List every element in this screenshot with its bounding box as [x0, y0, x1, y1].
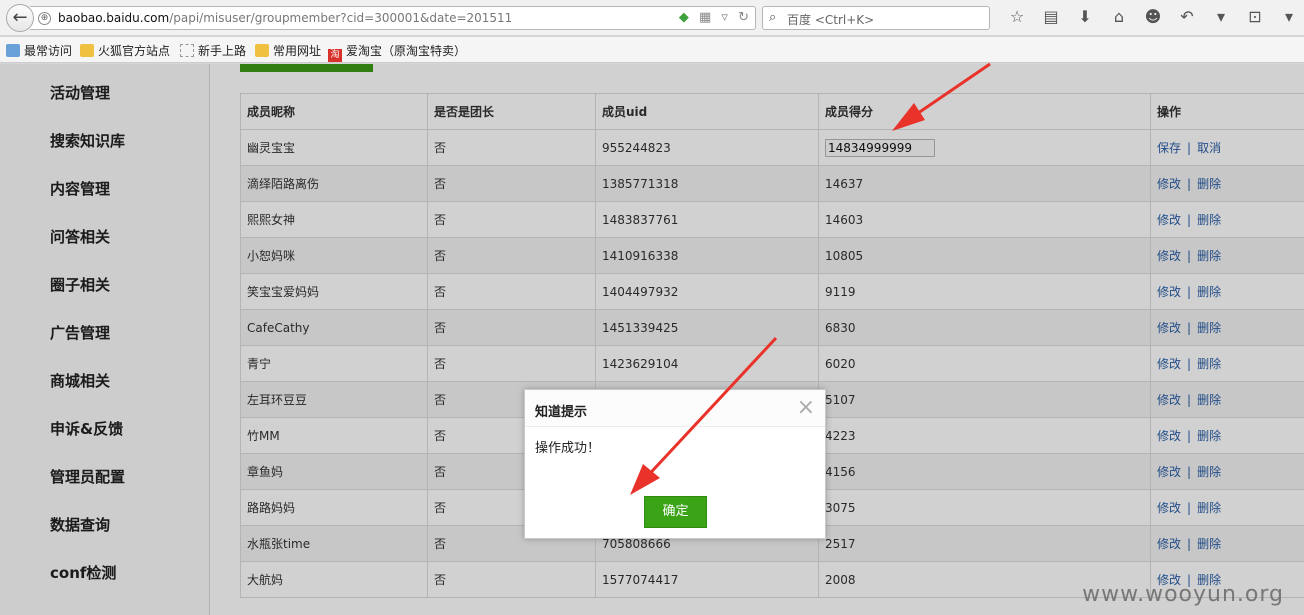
confirm-button[interactable]: 确定 [644, 496, 707, 528]
reload-icon[interactable]: ↻ [738, 10, 749, 25]
qr-code-icon[interactable]: ▦ [699, 10, 711, 25]
bookmark-label: 新手上路 [198, 44, 247, 58]
chat-icon[interactable]: ☻ [1136, 7, 1170, 26]
shield-icon[interactable]: ◆ [679, 10, 689, 25]
search-placeholder: 百度 <Ctrl+K> [787, 13, 875, 27]
folder-icon [80, 44, 94, 57]
dropdown-arrow-icon[interactable]: ▿ [721, 10, 728, 25]
url-bar[interactable]: ⊕ baobao.baidu.com/papi/misuser/groupmem… [30, 6, 756, 30]
star-icon[interactable]: ☆ [1000, 7, 1034, 26]
url-text[interactable]: baobao.baidu.com/papi/misuser/groupmembe… [58, 11, 512, 25]
bookmark-item[interactable]: 火狐官方站点 [80, 42, 170, 59]
bookmarks-bar: 最常访问 火狐官方站点 新手上路 常用网址 淘爱淘宝（原淘宝特卖） [0, 37, 1304, 63]
taobao-icon: 淘 [328, 49, 342, 62]
dialog-title: 知道提示 [535, 405, 588, 420]
watermark: www.wooyun.org [1082, 582, 1284, 607]
folder-icon [255, 44, 269, 57]
dialog-header: 知道提示 × [525, 390, 825, 427]
bookmark-label: 最常访问 [24, 44, 73, 58]
undo-icon[interactable]: ↶ [1170, 7, 1204, 26]
url-host: baobao.baidu.com [58, 11, 170, 25]
bookmark-item[interactable]: 淘爱淘宝（原淘宝特卖） [328, 42, 466, 62]
menu-arrow-icon-2[interactable]: ▾ [1272, 7, 1304, 26]
notice-dialog: 知道提示 × 操作成功！ 确定 [524, 389, 826, 539]
toolbar-icons: ☆ ▤ ⬇ ⌂ ☻ ↶ ▾ ⊡ ▾ [1000, 7, 1304, 26]
page-icon [180, 44, 194, 57]
globe-icon: ⊕ [38, 12, 51, 25]
browser-toolbar: ⊕ baobao.baidu.com/papi/misuser/groupmem… [0, 0, 1304, 36]
home-icon[interactable]: ⌂ [1102, 7, 1136, 26]
dialog-message: 操作成功！ [535, 441, 601, 456]
bookmark-label: 常用网址 [273, 44, 322, 58]
download-icon[interactable]: ⬇ [1068, 7, 1102, 26]
search-bar[interactable]: ⌕ 百度 <Ctrl+K> [762, 6, 990, 30]
close-icon[interactable]: × [797, 396, 815, 420]
bookmark-item[interactable]: 常用网址 [255, 42, 321, 59]
bookmark-label: 爱淘宝（原淘宝特卖） [346, 44, 467, 58]
crop-icon[interactable]: ⊡ [1238, 7, 1272, 26]
bookmark-label: 火狐官方站点 [98, 44, 171, 58]
reading-list-icon[interactable]: ▤ [1034, 7, 1068, 26]
back-button[interactable]: ← [6, 4, 34, 32]
url-path: /papi/misuser/groupmember?cid=300001&dat… [169, 11, 513, 25]
bookmark-icon [6, 44, 20, 57]
bookmark-item[interactable]: 新手上路 [180, 42, 246, 59]
arrow-left-icon: ← [12, 7, 28, 28]
menu-arrow-icon[interactable]: ▾ [1204, 7, 1238, 26]
url-bar-icons: ◆ ▦ ▿ ↻ [673, 10, 749, 25]
search-icon: ⌕ [769, 10, 777, 25]
bookmark-item[interactable]: 最常访问 [6, 42, 72, 59]
